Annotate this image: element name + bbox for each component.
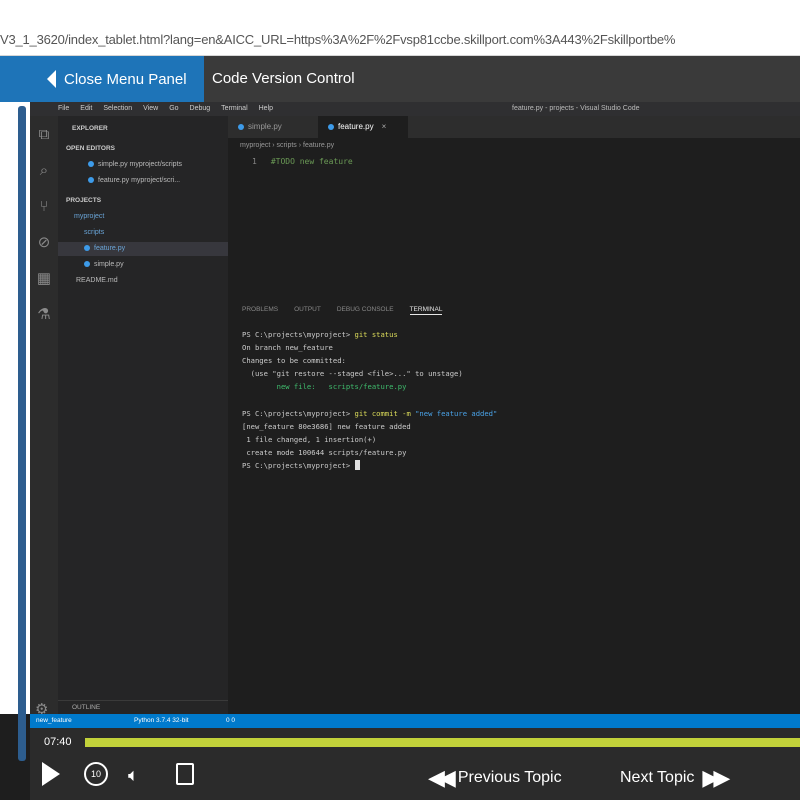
problems-count[interactable]: 0 0: [226, 714, 235, 728]
volume-icon[interactable]: 🔈︎: [128, 765, 139, 786]
python-file-icon: [238, 124, 244, 130]
open-editor-item[interactable]: feature.py myproject/scri...: [58, 174, 228, 188]
tree-item-scripts[interactable]: scripts: [58, 226, 228, 240]
tab-simple[interactable]: simple.py: [228, 116, 318, 138]
menu-help[interactable]: Help: [259, 105, 273, 112]
next-topic-label: Next Topic: [620, 769, 695, 786]
breadcrumb[interactable]: myproject › scripts › feature.py: [240, 142, 334, 149]
editor-tabs: simple.py feature.py ×: [228, 116, 800, 138]
line-number: 1: [252, 157, 257, 166]
menu-go[interactable]: Go: [169, 105, 178, 112]
progress-bar[interactable]: [85, 738, 800, 747]
tree-item-simple[interactable]: simple.py: [58, 258, 228, 272]
debug-icon[interactable]: ⊘: [35, 234, 53, 252]
branch-status[interactable]: new_feature: [36, 714, 72, 728]
lesson-title: Code Version Control: [212, 70, 355, 87]
terminal-output[interactable]: PS C:\projects\myproject> git status On b…: [242, 328, 497, 472]
terminal-line: 1 file changed, 1 insertion(+): [242, 434, 377, 444]
projects-header[interactable]: PROJECTS: [58, 194, 228, 208]
close-icon[interactable]: ×: [382, 122, 387, 131]
code-text: #TODO new feature: [270, 157, 353, 166]
extensions-icon[interactable]: ▦: [35, 270, 53, 288]
terminal-cursor: [354, 459, 360, 470]
menu-terminal[interactable]: Terminal: [221, 105, 247, 112]
python-file-icon: [88, 161, 94, 167]
python-file-icon: [84, 261, 90, 267]
terminal-line: create mode 100644 scripts/feature.py: [242, 447, 407, 457]
python-interpreter[interactable]: Python 3.7.4 32-bit: [134, 714, 189, 728]
transcript-icon[interactable]: [176, 763, 194, 785]
next-topic-button[interactable]: Next Topic ▶▶: [620, 765, 730, 791]
explorer-sidebar: EXPLORER OPEN EDITORS simple.py myprojec…: [58, 116, 228, 714]
python-file-icon: [328, 124, 334, 130]
menu-panel-strip: [0, 102, 30, 761]
scrollbar[interactable]: [18, 106, 26, 761]
status-bar: new_feature Python 3.7.4 32-bit 0 0: [30, 714, 800, 728]
rewind-icon: ◀◀: [428, 765, 456, 790]
test-icon[interactable]: ⚗: [35, 306, 53, 324]
tab-debug-console[interactable]: DEBUG CONSOLE: [337, 306, 394, 315]
open-editors-header[interactable]: OPEN EDITORS: [58, 142, 228, 156]
python-file-icon: [88, 177, 94, 183]
chevron-left-icon: [47, 70, 56, 88]
close-menu-panel-button[interactable]: Close Menu Panel: [0, 56, 204, 102]
terminal-line: (use "git restore --staged <file>..." to…: [242, 369, 463, 379]
tree-item-feature[interactable]: feature.py: [58, 242, 228, 256]
previous-topic-button[interactable]: ◀◀ Previous Topic: [428, 765, 562, 791]
menu-selection[interactable]: Selection: [103, 105, 132, 112]
menu-bar: File Edit Selection View Go Debug Termin…: [30, 102, 800, 116]
python-file-icon: [84, 245, 90, 251]
explorer-title: EXPLORER: [72, 125, 108, 132]
terminal-line: Changes to be committed:: [242, 356, 346, 366]
tree-item-myproject[interactable]: myproject: [58, 210, 228, 224]
files-icon[interactable]: ⧉: [35, 126, 53, 144]
editor-line[interactable]: 1 #TODO new feature: [252, 157, 353, 166]
menu-view[interactable]: View: [143, 105, 158, 112]
browser-url-bar[interactable]: V3_1_3620/index_tablet.html?lang=en&AICC…: [0, 0, 800, 56]
terminal-line: PS C:\projects\myproject> git commit -m …: [242, 408, 498, 418]
tab-output[interactable]: OUTPUT: [294, 306, 321, 315]
outline-header[interactable]: OUTLINE: [58, 700, 228, 714]
terminal-line: PS C:\projects\myproject>: [242, 459, 497, 472]
tree-item-readme[interactable]: README.md: [58, 274, 228, 288]
source-control-icon[interactable]: ⑂: [35, 198, 53, 216]
terminal-line: [new_feature 80e3686] new feature added: [242, 421, 411, 431]
fast-forward-icon: ▶▶: [702, 765, 730, 790]
window-title: feature.py - projects - Visual Studio Co…: [512, 105, 640, 112]
close-menu-panel-label: Close Menu Panel: [64, 70, 187, 88]
course-header: Close Menu Panel Code Version Control: [0, 56, 800, 102]
play-icon[interactable]: [42, 762, 60, 786]
media-player: 07:40 10 🔈︎ ◀◀ Previous Topic Next Topic…: [30, 728, 800, 800]
tab-problems[interactable]: PROBLEMS: [242, 306, 278, 315]
search-icon[interactable]: ⌕: [35, 162, 53, 180]
terminal-line: PS C:\projects\myproject> git status: [242, 330, 398, 339]
panel-tabs: PROBLEMS OUTPUT DEBUG CONSOLE TERMINAL: [242, 306, 443, 315]
previous-topic-label: Previous Topic: [457, 769, 562, 786]
menu-debug[interactable]: Debug: [190, 105, 211, 112]
terminal-line: On branch new_feature: [242, 343, 333, 353]
playback-time: 07:40: [44, 736, 72, 748]
vscode-window: File Edit Selection View Go Debug Termin…: [30, 102, 800, 718]
tab-feature[interactable]: feature.py ×: [318, 116, 408, 138]
tab-terminal[interactable]: TERMINAL: [409, 306, 443, 315]
menu-edit[interactable]: Edit: [80, 105, 92, 112]
open-editor-item[interactable]: simple.py myproject/scripts: [58, 158, 228, 172]
activity-bar: ⧉ ⌕ ⑂ ⊘ ▦ ⚗ ⚙: [30, 116, 58, 718]
menu-file[interactable]: File: [58, 105, 69, 112]
url-text[interactable]: V3_1_3620/index_tablet.html?lang=en&AICC…: [0, 32, 800, 47]
replay-icon[interactable]: 10: [84, 762, 108, 786]
terminal-line: new file: scripts/feature.py: [242, 382, 407, 392]
